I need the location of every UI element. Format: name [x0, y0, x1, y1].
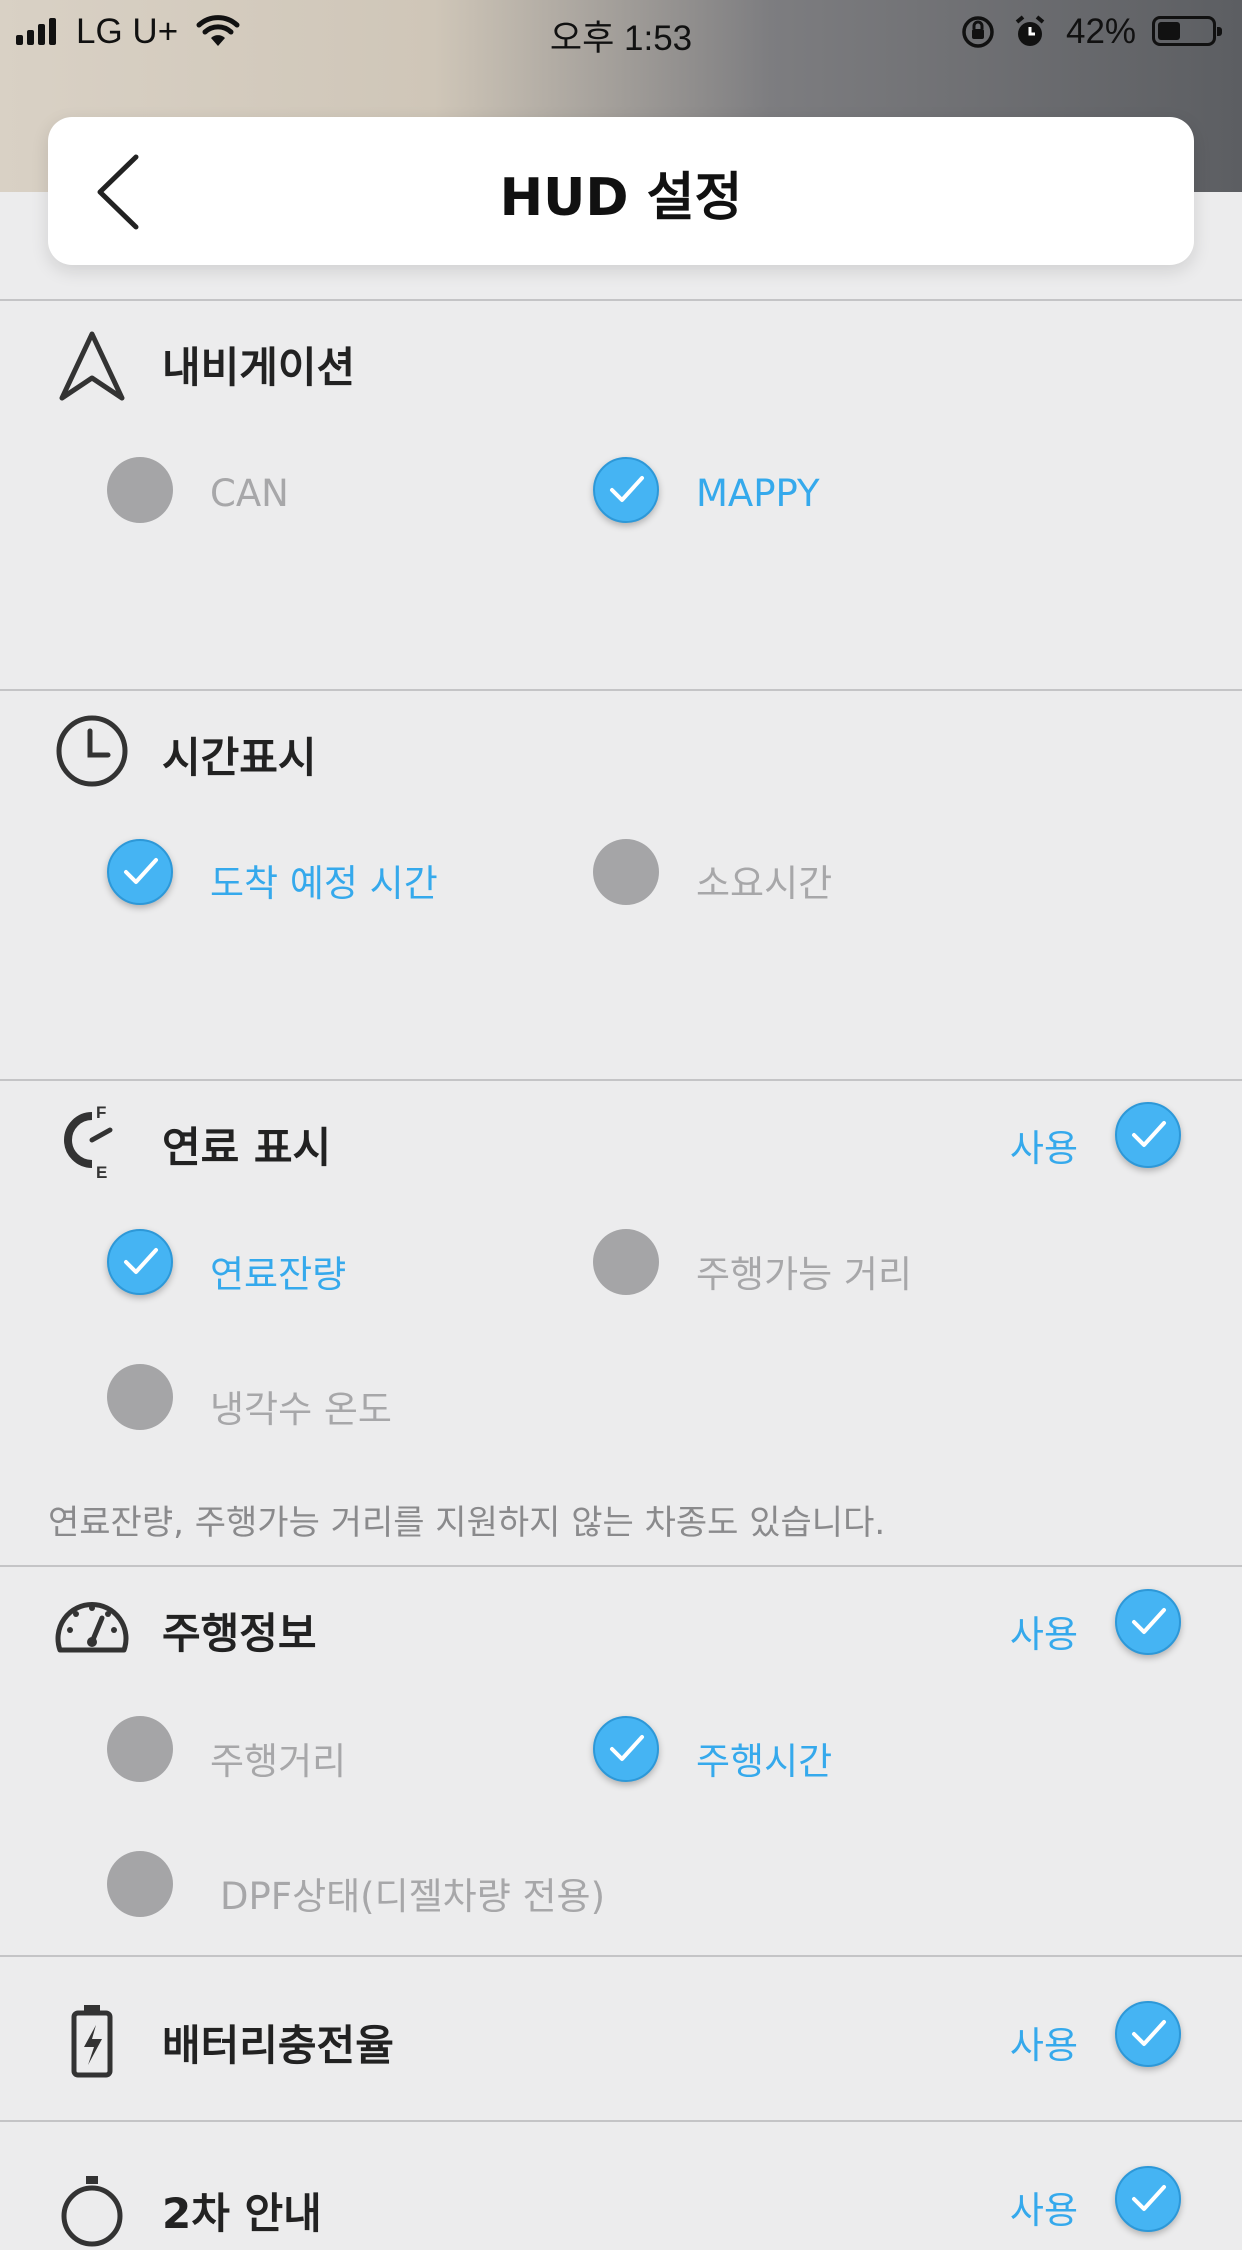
- option-label-fuel-level[interactable]: 연료잔량: [210, 1244, 346, 1298]
- section-title-time: 시간표시: [162, 733, 317, 782]
- alarm-icon: [1015, 15, 1045, 46]
- checkmark-icon: [124, 858, 158, 884]
- radio-range[interactable]: [593, 1229, 659, 1295]
- orientation-lock-icon: [962, 16, 994, 48]
- section-title-battery: 배터리충전율: [162, 2021, 394, 2070]
- radio-distance[interactable]: [107, 1716, 173, 1782]
- fuel-note: 연료잔량, 주행가능 거리를 지원하지 않는 차종도 있습니다.: [48, 1503, 886, 1543]
- battery-status-icon: [1152, 16, 1222, 46]
- checkmark-icon: [1132, 2185, 1166, 2211]
- divider: [0, 2120, 1242, 2122]
- stopwatch-icon: [61, 2176, 123, 2247]
- section-title-secondary-guide: 2차 안내: [162, 2189, 322, 2238]
- radio-coolant[interactable]: [107, 1364, 173, 1430]
- section-title-drive-info: 주행정보: [162, 1609, 317, 1658]
- use-toggle-secondary-guide[interactable]: [1115, 2166, 1181, 2232]
- checkmark-icon: [1132, 2020, 1166, 2046]
- status-bar: LG U+ 오후 1:53 42%: [0, 0, 1242, 62]
- navigation-arrow-icon: [59, 331, 125, 401]
- battery-fill: [1158, 22, 1180, 40]
- option-label-mappy[interactable]: MAPPY: [696, 472, 820, 515]
- divider: [0, 299, 1242, 301]
- option-label-dpf[interactable]: DPF상태(디젤차량 전용): [220, 1866, 605, 1920]
- checkmark-icon: [1132, 1121, 1166, 1147]
- radio-eta[interactable]: [107, 839, 173, 905]
- radio-duration[interactable]: [593, 839, 659, 905]
- option-label-can[interactable]: CAN: [210, 472, 289, 515]
- checkmark-icon: [610, 476, 644, 502]
- divider: [0, 689, 1242, 691]
- use-label-fuel: 사용: [1009, 1127, 1078, 1170]
- speedometer-icon: [55, 1602, 129, 1653]
- divider: [0, 1955, 1242, 1957]
- battery-percent: 42%: [1066, 12, 1137, 51]
- option-label-range[interactable]: 주행가능 거리: [696, 1244, 912, 1298]
- use-toggle-drive-info[interactable]: [1115, 1589, 1181, 1655]
- option-label-drive-time[interactable]: 주행시간: [696, 1731, 832, 1785]
- page-title: HUD 설정: [499, 168, 743, 228]
- svg-text:E: E: [96, 1163, 107, 1180]
- divider: [0, 1565, 1242, 1567]
- checkmark-icon: [124, 1248, 158, 1274]
- use-label-battery: 사용: [1009, 2024, 1078, 2067]
- radio-mappy[interactable]: [593, 457, 659, 523]
- section-title-navigation: 내비게이션: [162, 343, 356, 392]
- use-label-drive-info: 사용: [1009, 1613, 1078, 1656]
- clock-icon: [56, 715, 128, 787]
- radio-can[interactable]: [107, 457, 173, 523]
- use-toggle-battery[interactable]: [1115, 2001, 1181, 2067]
- option-label-coolant[interactable]: 냉각수 온도: [210, 1379, 392, 1433]
- clock-time: 오후 1:53: [549, 19, 693, 58]
- radio-dpf[interactable]: [107, 1851, 173, 1917]
- fuel-gauge-icon: F E: [64, 1103, 113, 1180]
- option-label-eta[interactable]: 도착 예정 시간: [210, 853, 438, 907]
- section-title-fuel: 연료 표시: [162, 1123, 332, 1172]
- battery-icon: [71, 2005, 113, 2078]
- checkmark-icon: [1132, 1608, 1166, 1634]
- option-label-distance[interactable]: 주행거리: [210, 1731, 346, 1785]
- divider: [0, 1079, 1242, 1081]
- use-toggle-fuel[interactable]: [1115, 1102, 1181, 1168]
- radio-drive-time[interactable]: [593, 1716, 659, 1782]
- use-label-secondary-guide: 사용: [1009, 2189, 1078, 2232]
- radio-fuel-level[interactable]: [107, 1229, 173, 1295]
- svg-text:F: F: [96, 1103, 106, 1122]
- checkmark-icon: [610, 1735, 644, 1761]
- header-bar: HUD 설정: [48, 117, 1194, 265]
- option-label-duration[interactable]: 소요시간: [696, 853, 832, 907]
